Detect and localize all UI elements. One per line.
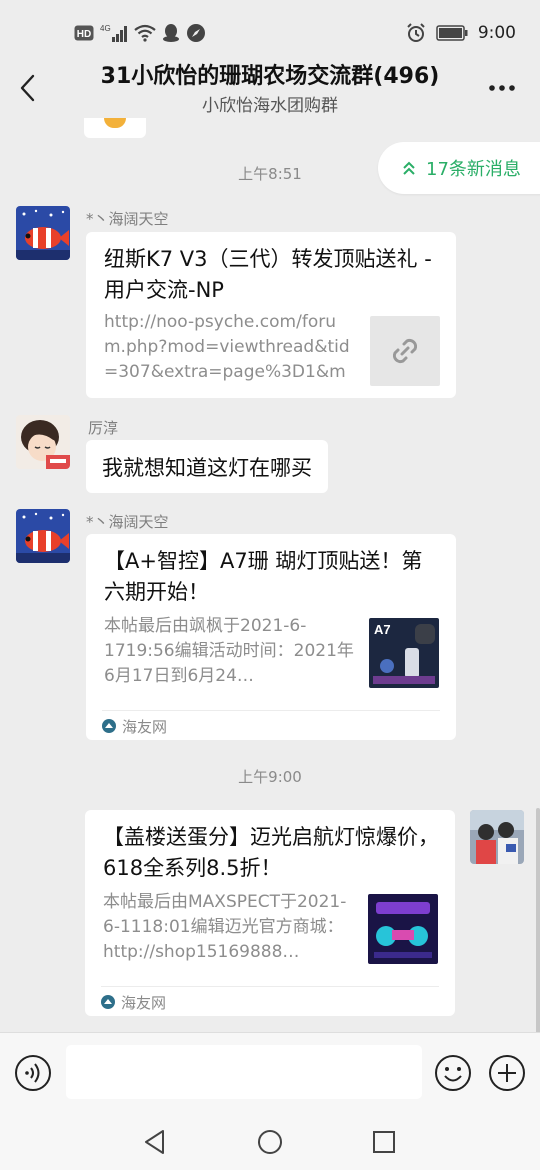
thumb-label: A7: [374, 622, 391, 637]
card-source: 海友网: [102, 714, 167, 738]
more-dots-icon: [489, 85, 515, 91]
qq-icon: [162, 23, 180, 43]
haiyou-logo-icon: [101, 995, 115, 1009]
card-source-name: 海友网: [121, 993, 167, 1012]
sender-name: *丶海阔天空: [86, 210, 169, 228]
chat-messages[interactable]: 17条新消息 上午8:51 *丶海阔天空 纽斯K7 V3（三代）转发顶贴送礼 -…: [0, 118, 540, 1032]
card-description: 本帖最后由MAXSPECT于2021-6-1118:01编辑迈光官方商城：htt…: [103, 892, 347, 962]
article-card-self[interactable]: 【盖楼送蛋分】迈光启航灯惊爆价，618全系列8.5折！ 本帖最后由MAXSPEC…: [85, 810, 455, 1016]
clock-time: 9:00: [477, 23, 516, 43]
plus-icon: [489, 1055, 525, 1091]
battery-icon: [436, 25, 468, 41]
avatar-sender[interactable]: [16, 206, 70, 260]
article-thumbnail: [368, 894, 438, 964]
text-message-bubble[interactable]: 我就想知道这灯在哪买: [86, 440, 328, 493]
chat-subtitle: 小欣怡海水团购群: [202, 96, 338, 116]
card-divider: [101, 986, 439, 987]
avatar-self[interactable]: [470, 810, 524, 864]
card-title: 【盖楼送蛋分】迈光启航灯惊爆价，618全系列8.5折！: [103, 825, 439, 880]
svg-text:4G: 4G: [100, 24, 111, 33]
cartoon-avatar-icon: [16, 415, 70, 469]
more-button[interactable]: [482, 70, 522, 106]
sender-name: *丶海阔天空: [86, 513, 169, 531]
svg-text:HD: HD: [77, 29, 91, 40]
system-recents-button[interactable]: [366, 1124, 402, 1160]
clownfish-avatar-icon: [16, 206, 70, 260]
alarm-icon: [406, 23, 426, 43]
sender-name: 厉淳: [88, 419, 119, 437]
voice-button[interactable]: [14, 1054, 52, 1092]
back-triangle-icon: [145, 1130, 164, 1154]
system-navigation-bar: [0, 1114, 540, 1170]
timestamp: 上午9:00: [238, 768, 302, 786]
compass-icon: [186, 23, 206, 43]
back-arrow-icon: [20, 74, 35, 102]
avatar-sender[interactable]: [16, 509, 70, 563]
home-circle-icon: [258, 1130, 282, 1154]
link-card[interactable]: 纽斯K7 V3（三代）转发顶贴送礼 - 用户交流-NP http://noo-p…: [86, 232, 456, 398]
system-home-button[interactable]: [252, 1124, 288, 1160]
card-description: http://noo-psyche.com/forum.php?mod=view…: [104, 312, 350, 382]
card-source: 海友网: [101, 990, 166, 1014]
scroll-indicator[interactable]: [536, 808, 540, 1032]
recents-square-icon: [373, 1131, 395, 1153]
avatar-sender[interactable]: [16, 415, 70, 469]
voice-icon: [15, 1055, 51, 1091]
input-bar: [0, 1032, 540, 1114]
timestamp: 上午8:51: [238, 165, 302, 183]
article-card[interactable]: 【A+智控】A7珊 瑚灯顶贴送！第六期开始！ 本帖最后由飒枫于2021-6-17…: [86, 534, 456, 740]
message-input[interactable]: [66, 1045, 422, 1099]
link-thumbnail: [370, 316, 440, 386]
link-icon: [392, 338, 418, 364]
emoji-icon: [435, 1055, 471, 1091]
article-thumbnail: A7: [369, 618, 439, 688]
back-button[interactable]: [8, 68, 48, 108]
chat-title: 31小欣怡的珊瑚农场交流群(496): [100, 64, 440, 89]
card-source-name: 海友网: [122, 717, 168, 736]
haiyou-logo-icon: [102, 719, 116, 733]
system-back-button[interactable]: [137, 1124, 173, 1160]
card-title: 【A+智控】A7珊 瑚灯顶贴送！第六期开始！: [104, 549, 423, 604]
wifi-icon: [134, 24, 156, 42]
chat-header: 31小欣怡的珊瑚农场交流群(496) 小欣怡海水团购群: [0, 50, 540, 120]
hd-icon: HD: [74, 25, 94, 41]
card-description: 本帖最后由飒枫于2021-6-1719:56编辑活动时间：2021年6月17日到…: [104, 616, 354, 686]
card-divider: [102, 710, 440, 711]
clownfish-avatar-icon: [16, 509, 70, 563]
emoji-button[interactable]: [434, 1054, 472, 1092]
plus-button[interactable]: [488, 1054, 526, 1092]
signal-icon: 4G: [100, 23, 128, 43]
card-title: 纽斯K7 V3（三代）转发顶贴送礼 - 用户交流-NP: [104, 247, 432, 302]
photo-avatar-icon: [470, 810, 524, 864]
